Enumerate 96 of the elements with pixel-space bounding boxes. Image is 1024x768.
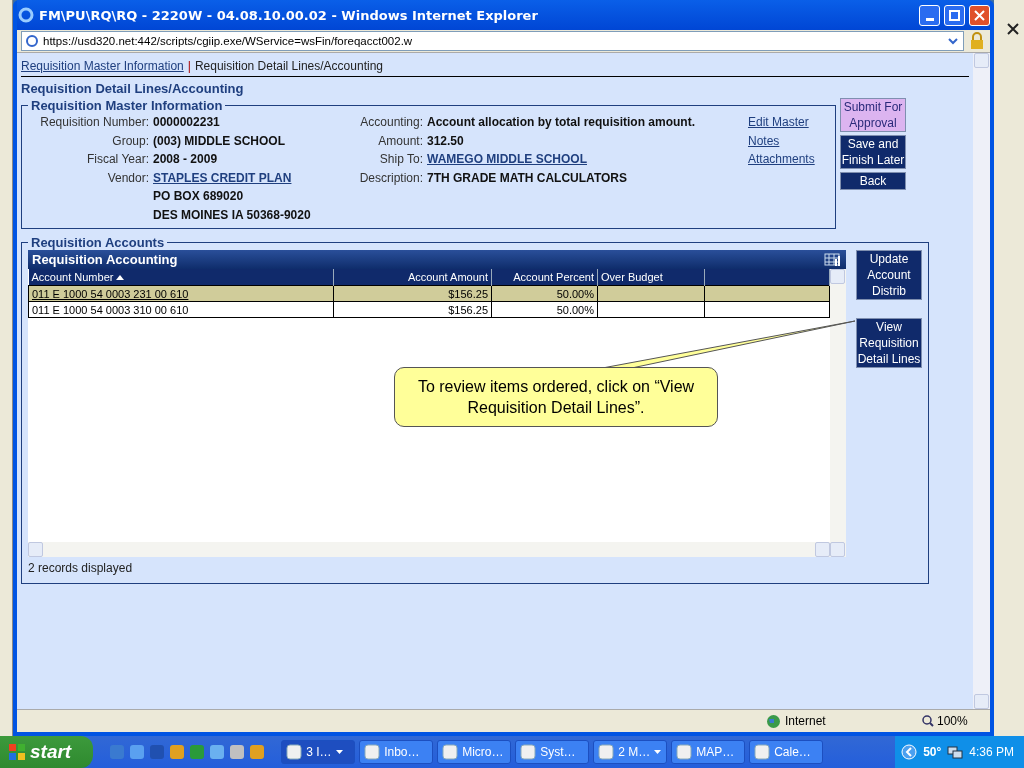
field-value: 7TH GRADE MATH CALCULATORS [427, 169, 628, 187]
taskbar-button[interactable]: MAP… [671, 740, 746, 764]
field-label: Amount: [377, 132, 423, 150]
table-cell: $156.25 [333, 301, 492, 318]
temperature: 50° [923, 745, 942, 759]
field-label: Requisition Number: [39, 114, 149, 131]
caret-icon [654, 749, 662, 755]
close-button[interactable] [969, 4, 990, 26]
field-label: Description: [358, 169, 423, 187]
horizontal-scrollbar[interactable] [28, 542, 830, 557]
maximize-icon [949, 9, 960, 21]
taskbar-button[interactable]: Micro… [437, 740, 512, 764]
app-icon [754, 744, 771, 760]
window-title: FM\PU\RQ\RQ - 2220W - 04.08.10.00.02 - Windows Internet Explorer [39, 7, 539, 23]
app-icon[interactable] [129, 744, 146, 760]
close-icon [974, 9, 985, 21]
breadcrumb-current: Requisition Detail Lines/Accounting [194, 59, 383, 73]
callout-note: To review items ordered, click on “View Requisition Detail Lines”. [394, 367, 718, 427]
field-value: 0000002231 [153, 114, 221, 131]
taskbar-button[interactable]: 3 I… [281, 740, 356, 764]
windows-logo-icon [8, 743, 26, 761]
action-button[interactable]: Submit For Approval [840, 98, 906, 132]
field-value: DES MOINES IA 50368-9020 [153, 206, 312, 224]
breadcrumb-link[interactable]: Requisition Master Information [21, 59, 184, 73]
grid-title: Requisition Accounting [32, 252, 178, 267]
field-label: Accounting: [359, 114, 423, 131]
column-header[interactable]: Account Percent [491, 269, 598, 286]
section-title: Requisition Master Information [30, 98, 224, 113]
record-count: 2 records displayed [28, 561, 134, 575]
action-link[interactable]: Edit Master [748, 113, 815, 132]
table-cell: $156.25 [333, 285, 492, 302]
separator: | [187, 59, 191, 73]
action-link[interactable]: Attachments [748, 150, 815, 169]
column-header[interactable]: Over Budget [597, 269, 705, 286]
action-button[interactable]: Back [840, 172, 906, 190]
taskbar-button[interactable]: Syst… [515, 740, 590, 764]
field-value: (003) MIDDLE SCHOOL [153, 132, 286, 150]
table-cell: 011 E 1000 54 0003 310 00 610 [28, 301, 334, 318]
field-link[interactable]: WAMEGO MIDDLE SCHOOL [427, 150, 742, 169]
start-button[interactable]: start [0, 736, 94, 768]
browser-logo-icon [17, 6, 35, 24]
app-icon [442, 744, 459, 760]
caret-icon [335, 749, 343, 755]
network-icon[interactable] [947, 744, 964, 760]
globe-icon [766, 713, 781, 729]
lock-icon [968, 32, 986, 50]
maximize-button[interactable] [944, 4, 965, 26]
scrollbar[interactable] [973, 53, 990, 709]
page-icon [25, 34, 39, 48]
page-heading: Requisition Detail Lines/Accounting [21, 81, 245, 96]
app-icon[interactable] [169, 744, 186, 760]
app-icon[interactable] [229, 744, 246, 760]
action-button[interactable]: Save and Finish Later [840, 135, 906, 169]
field-value: Account allocation by total requisition amount. [427, 114, 696, 131]
column-header[interactable]: Account Number [28, 269, 334, 286]
app-icon [676, 744, 693, 760]
table-row[interactable]: 011 E 1000 54 0003 310 00 610 $156.25 50.00% [28, 301, 830, 318]
minimize-icon [925, 17, 934, 21]
app-icon [286, 744, 303, 760]
zoom-icon[interactable] [922, 715, 934, 727]
action-button[interactable]: View Requisition Detail Lines [856, 318, 922, 368]
taskbar-button[interactable]: 2 M… [593, 740, 668, 764]
action-button[interactable]: Update Account Distrib [856, 250, 922, 300]
table-cell: 50.00% [491, 301, 598, 318]
action-link[interactable]: Notes [748, 131, 815, 150]
app-icon[interactable] [249, 744, 266, 760]
app-icon[interactable] [209, 744, 226, 760]
section-title: Requisition Accounts [30, 235, 166, 250]
table-row[interactable]: 011 E 1000 54 0003 231 00 610 $156.25 50.00% [28, 285, 830, 302]
url-text: https://usd320.net:442/scripts/cgiip.exe/WService=wsFin/foreqacct002.w [43, 35, 414, 47]
field-label: Fiscal Year: [85, 151, 149, 168]
security-zone: Internet [785, 714, 826, 728]
field-label: Group: [111, 132, 149, 150]
field-value: 312.50 [427, 132, 465, 150]
address-field[interactable]: https://usd320.net:442/scripts/cgiip.exe/WService=wsFin/foreqacct002.w [21, 31, 964, 51]
sort-ascending-icon [116, 274, 125, 281]
app-icon [364, 744, 381, 760]
chart-grid-icon[interactable] [824, 252, 842, 267]
app-icon [598, 744, 615, 760]
field-value: 2008 - 2009 [153, 151, 219, 168]
field-value: PO BOX 689020 [153, 188, 245, 205]
zoom-level[interactable]: 100% [937, 714, 968, 728]
table-cell: 011 E 1000 54 0003 231 00 610 [28, 285, 334, 302]
clock: 4:36 PM [969, 745, 1014, 759]
table-cell: 50.00% [491, 285, 598, 302]
app-icon [520, 744, 537, 760]
field-label: Ship To: [378, 151, 423, 168]
minimize-button[interactable] [919, 4, 940, 26]
chevron-left-icon[interactable] [901, 744, 918, 760]
grid-scrollbar[interactable] [830, 269, 846, 557]
taskbar-button[interactable]: Inbo… [359, 740, 434, 764]
taskbar-button[interactable]: Cale… [749, 740, 824, 764]
close-icon[interactable] [1006, 22, 1020, 36]
column-header[interactable]: Account Amount [333, 269, 492, 286]
field-link[interactable]: STAPLES CREDIT PLAN [153, 168, 353, 187]
field-label: Vendor: [106, 169, 149, 187]
